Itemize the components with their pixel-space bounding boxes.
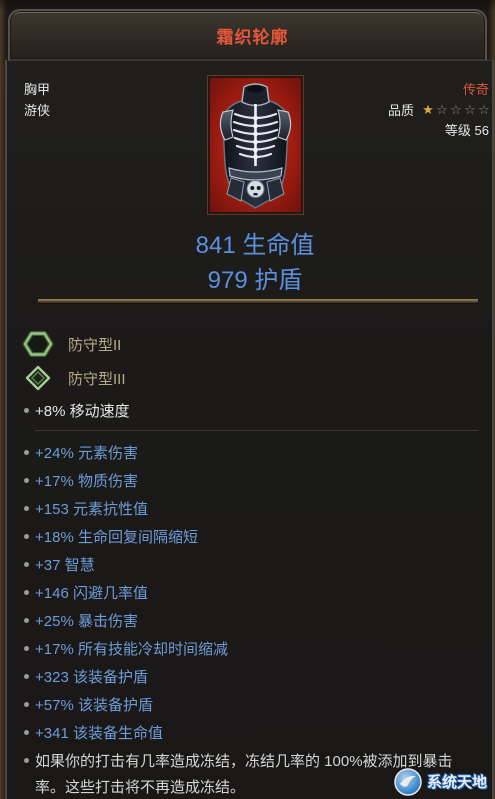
item-class: 游侠 bbox=[24, 103, 51, 118]
affix-row: +37 智慧 bbox=[22, 550, 228, 578]
legendary-affix-text: 率。这些打击将不再造成冻结。 bbox=[35, 778, 246, 796]
affix-row: +25% 暴击伤害 bbox=[22, 606, 228, 634]
bullet-icon bbox=[24, 407, 29, 413]
implicit-affix: +8% 移动速度 bbox=[22, 400, 130, 420]
affix-row: +146 闪避几率值 bbox=[22, 578, 228, 606]
enchant-label: 防守型II bbox=[68, 336, 122, 354]
star-empty-icon: ☆ bbox=[478, 103, 490, 118]
diamond-socket-icon bbox=[25, 365, 51, 391]
bullet-icon bbox=[24, 533, 29, 539]
item-rarity: 传奇 bbox=[462, 82, 489, 97]
watermark-logo-icon bbox=[394, 768, 422, 796]
legendary-affix-text: 如果你的打击有几率造成冻结，冻结几率的 100%被添加到暴击 bbox=[35, 752, 453, 770]
affix-row: +24% 元素伤害 bbox=[22, 438, 228, 466]
affix-row: +323 该装备护盾 bbox=[22, 662, 228, 690]
legendary-affix-line: 率。这些打击将不再造成冻结。 bbox=[22, 773, 453, 799]
star-empty-icon: ☆ bbox=[450, 103, 462, 118]
affix-row: +341 该装备生命值 bbox=[22, 718, 228, 746]
affix-text: +18% 生命回复间隔缩短 bbox=[35, 528, 198, 546]
item-quality: 品质 ★ ☆ ☆ ☆ ☆ bbox=[388, 102, 491, 120]
item-tooltip: 霜织轮廓 胸甲 游侠 传奇 品质 ★ ☆ ☆ ☆ ☆ 等级 56 841 生命值… bbox=[0, 0, 495, 799]
base-stats: 841 生命值 979 护盾 bbox=[15, 228, 495, 298]
base-stat-life: 841 生命值 bbox=[195, 232, 315, 259]
bullet-icon bbox=[24, 477, 29, 483]
bullet-icon bbox=[24, 757, 29, 763]
item-level: 等级 56 bbox=[444, 123, 489, 138]
enchant-label: 防守型III bbox=[68, 370, 126, 388]
affix-text: +17% 物质伤害 bbox=[35, 472, 138, 490]
bullet-icon bbox=[24, 449, 29, 455]
base-stat-shield: 979 护盾 bbox=[207, 267, 303, 294]
bullet-icon bbox=[24, 701, 29, 707]
bullet-icon bbox=[24, 617, 29, 623]
affix-text: +323 该装备护盾 bbox=[35, 668, 148, 686]
implicit-affix-text: +8% 移动速度 bbox=[35, 402, 130, 420]
section-divider bbox=[38, 299, 478, 303]
chest-armor-icon bbox=[219, 83, 292, 209]
item-name: 霜织轮廓 bbox=[216, 27, 289, 47]
quality-stars: ★ ☆ ☆ ☆ ☆ bbox=[421, 102, 491, 120]
affix-text: +25% 暴击伤害 bbox=[35, 612, 138, 630]
item-portrait bbox=[208, 76, 303, 214]
bullet-icon bbox=[24, 645, 29, 651]
affix-row: +18% 生命回复间隔缩短 bbox=[22, 522, 228, 550]
affix-text: +146 闪避几率值 bbox=[35, 584, 148, 602]
affix-text: +341 该装备生命值 bbox=[35, 724, 163, 742]
enchant-row: 防守型III bbox=[22, 365, 126, 391]
legendary-affix: 如果你的打击有几率造成冻结，冻结几率的 100%被添加到暴击 率。这些打击将不再… bbox=[22, 747, 453, 799]
star-filled-icon: ★ bbox=[422, 103, 434, 118]
watermark-text: 系统天地 bbox=[427, 774, 488, 791]
bullet-icon bbox=[24, 561, 29, 567]
enchant-row: 防守型II bbox=[22, 331, 121, 357]
bullet-icon bbox=[24, 729, 29, 735]
affix-row: +57% 该装备护盾 bbox=[22, 690, 228, 718]
affix-row: +153 元素抗性值 bbox=[22, 494, 228, 522]
affix-list: +24% 元素伤害 +17% 物质伤害 +153 元素抗性值 +18% 生命回复… bbox=[22, 438, 228, 746]
star-empty-icon: ☆ bbox=[464, 103, 476, 118]
legendary-affix-line: 如果你的打击有几率造成冻结，冻结几率的 100%被添加到暴击 bbox=[22, 747, 453, 773]
affix-text: +37 智慧 bbox=[35, 556, 95, 574]
affix-divider bbox=[35, 430, 478, 431]
star-empty-icon: ☆ bbox=[436, 103, 448, 118]
bullet-icon bbox=[24, 505, 29, 511]
affix-text: +17% 所有技能冷却时间缩减 bbox=[35, 640, 228, 658]
affix-text: +57% 该装备护盾 bbox=[35, 696, 153, 714]
hexagon-socket-icon bbox=[22, 331, 54, 357]
affix-row: +17% 所有技能冷却时间缩减 bbox=[22, 634, 228, 662]
tooltip-header: 霜织轮廓 bbox=[8, 9, 487, 61]
item-slot: 胸甲 bbox=[24, 82, 51, 97]
affix-text: +153 元素抗性值 bbox=[35, 500, 148, 518]
affix-text: +24% 元素伤害 bbox=[35, 444, 138, 462]
bullet-icon bbox=[24, 673, 29, 679]
bullet-icon bbox=[24, 589, 29, 595]
quality-label: 品质 bbox=[387, 103, 414, 118]
affix-row: +17% 物质伤害 bbox=[22, 466, 228, 494]
